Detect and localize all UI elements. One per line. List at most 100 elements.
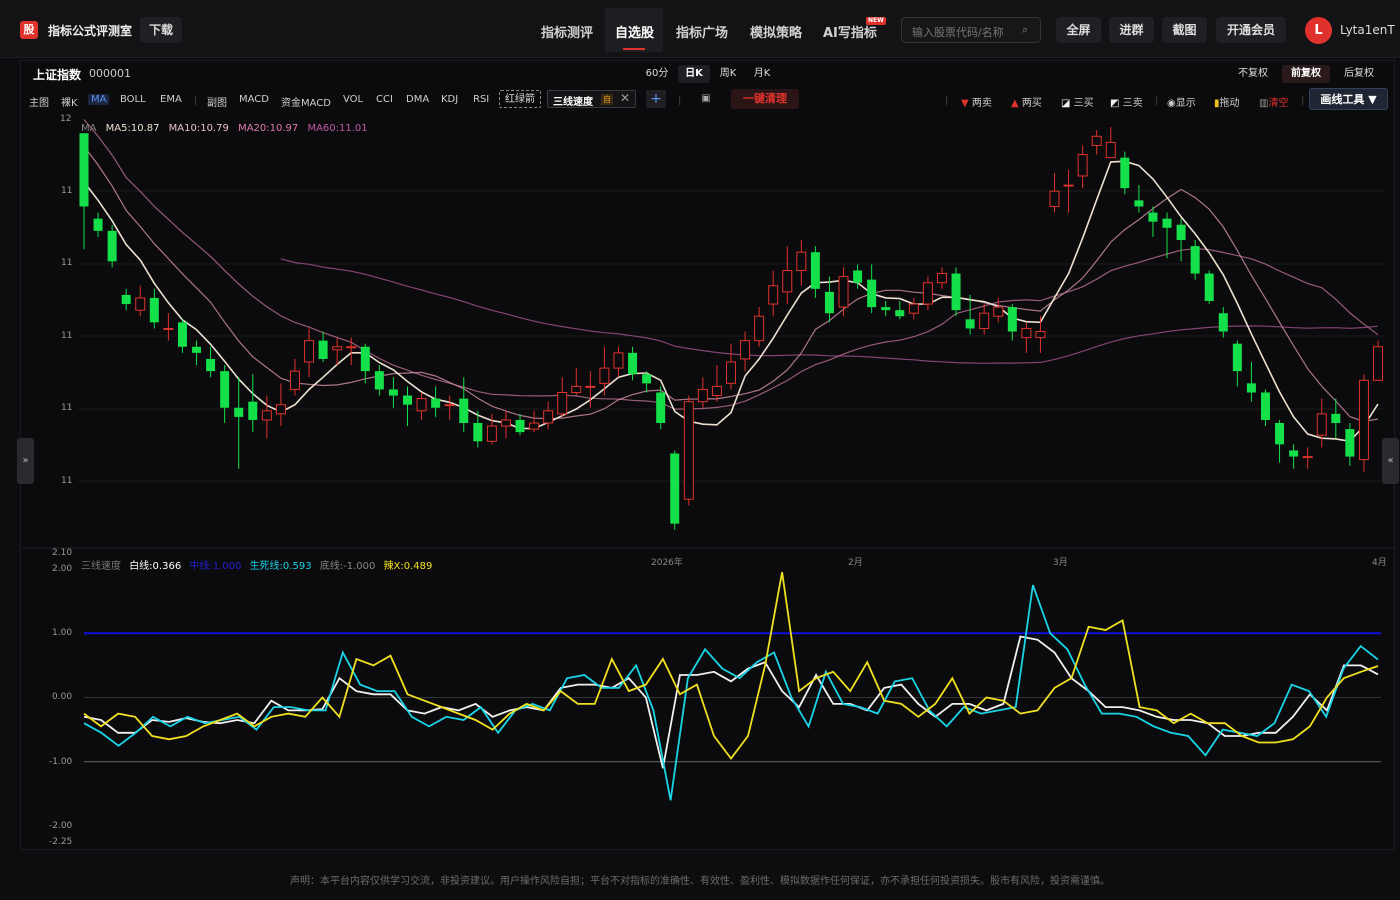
brand-name[interactable]: 指标公式评测室: [48, 22, 132, 39]
new-badge: NEW: [866, 17, 886, 25]
period-60min[interactable]: 60分: [642, 65, 672, 83]
ind-three-line-speed-chip[interactable]: 三线速度 自 ✕: [547, 90, 636, 108]
clear-all-button[interactable]: ▥清空: [1259, 94, 1288, 109]
nav-indicator-review[interactable]: 指标测评: [541, 22, 593, 41]
ind-ma[interactable]: MA: [88, 94, 110, 105]
trend-icon: ◪: [1061, 98, 1071, 109]
fullscreen-button[interactable]: 全屏: [1056, 17, 1101, 43]
price-axis-label: 11: [61, 186, 73, 196]
user-avatar[interactable]: L: [1305, 17, 1332, 44]
life-death-line-value: 生死线:0.593: [249, 561, 312, 572]
two-sell-button[interactable]: ▼ 两卖: [961, 94, 992, 109]
three-buy-label: 三买: [1073, 98, 1094, 109]
price-axis-label: 11: [61, 476, 73, 486]
search-placeholder: 输入股票代码/名称: [912, 26, 1004, 39]
ind-vol[interactable]: VOL: [343, 94, 363, 105]
close-icon[interactable]: ✕: [620, 91, 630, 105]
chart-panel: [20, 60, 1395, 850]
toolbar-divider: |: [1155, 95, 1159, 106]
ind-macd[interactable]: MACD: [239, 94, 269, 105]
price-axis-label: 11: [61, 403, 73, 413]
bottom-line-value: 底线:-1.000: [319, 561, 376, 572]
draw-tools-label: 画线工具: [1320, 93, 1365, 106]
save-icon[interactable]: ▣: [697, 90, 715, 108]
show-label: 显示: [1175, 98, 1196, 109]
app-logo[interactable]: 股: [20, 21, 38, 39]
join-group-button[interactable]: 进群: [1109, 17, 1154, 43]
disclaimer: 声明：本平台内容仅供学习交流，非投资建议。用户操作风险自担；平台不对指标的准确性…: [290, 876, 1110, 887]
buy-arrow-icon: ▲: [1011, 98, 1019, 109]
two-buy-button[interactable]: ▲ 两买: [1011, 94, 1042, 109]
nav-active-underline: [623, 48, 645, 50]
adjust-forward[interactable]: 前复权: [1282, 65, 1330, 83]
show-button[interactable]: ◉显示: [1167, 94, 1196, 109]
ind-ema[interactable]: EMA: [160, 94, 182, 105]
sub-axis-label: 1.00: [52, 628, 73, 638]
trend-down-icon: ◩: [1110, 98, 1120, 109]
two-buy-label: 两买: [1021, 98, 1042, 109]
membership-button[interactable]: 开通会员: [1216, 17, 1286, 43]
drag-button[interactable]: ▮拖动: [1214, 94, 1240, 109]
ind-red-green-arrow[interactable]: 红绿箭: [499, 90, 541, 108]
ind-boll[interactable]: BOLL: [120, 94, 146, 105]
user-name[interactable]: Lyta1enT: [1340, 23, 1395, 37]
ind-sub[interactable]: 副图: [207, 94, 227, 109]
ind-rsi[interactable]: RSI: [473, 94, 489, 105]
chip-label: 三线速度: [553, 97, 593, 108]
date-label: 2月: [848, 558, 863, 568]
date-label: 3月: [1053, 558, 1068, 568]
nav-sim-strategy[interactable]: 模拟策略: [750, 22, 802, 41]
white-line-value: 白线:0.366: [129, 561, 182, 572]
two-sell-label: 两卖: [971, 98, 992, 109]
stock-search-input[interactable]: 输入股票代码/名称 ⌕: [901, 17, 1041, 43]
sub-axis-label: 0.00: [52, 692, 73, 702]
toolbar-divider: |: [945, 95, 949, 106]
stock-name: 上证指数: [33, 68, 82, 82]
sub-legend-title: 三线速度: [81, 561, 121, 572]
toolbar-divider: |: [1301, 95, 1305, 106]
drag-label: 拖动: [1219, 98, 1240, 109]
sub-legend: 三线速度 白线:0.366 中线:1.000 生死线:0.593 底线:-1.0…: [81, 557, 432, 572]
nav-watchlist[interactable]: 自选股: [615, 22, 654, 41]
date-label: 2026年: [651, 558, 683, 568]
ind-dma[interactable]: DMA: [406, 94, 429, 105]
draw-tools-button[interactable]: 画线工具 ▼: [1309, 88, 1388, 110]
add-indicator-button[interactable]: +: [646, 90, 666, 108]
one-click-clear-button[interactable]: 一键清理: [731, 89, 799, 109]
ma60-value: MA60:11.01: [307, 123, 368, 134]
toolbar-divider: |: [194, 95, 198, 106]
price-axis-label: 11: [61, 331, 73, 341]
eye-icon: ◉: [1167, 98, 1176, 109]
top-bar: 股 指标公式评测室 下载 指标测评 自选股 指标广场 模拟策略 AI写指标 NE…: [0, 0, 1400, 58]
screenshot-button[interactable]: 截图: [1162, 17, 1207, 43]
toolbar-divider: |: [678, 95, 682, 106]
chip-custom-tag: 自: [601, 94, 613, 105]
price-axis-label: 11: [61, 258, 73, 268]
period-monthly[interactable]: 月K: [748, 65, 776, 83]
ma10-value: MA10:10.79: [168, 123, 229, 134]
ind-bare-k[interactable]: 裸K: [61, 94, 78, 109]
period-daily[interactable]: 日K: [678, 65, 710, 83]
download-button[interactable]: 下载: [140, 17, 182, 43]
ind-cci[interactable]: CCI: [376, 94, 393, 105]
period-weekly[interactable]: 周K: [714, 65, 742, 83]
ind-kdj[interactable]: KDJ: [441, 94, 458, 105]
adjust-backward[interactable]: 后复权: [1337, 65, 1381, 83]
clear-all-label: 清空: [1268, 98, 1289, 109]
three-buy-button[interactable]: ◪ 三买: [1061, 94, 1094, 109]
sub-axis-top-label: 2.10: [52, 548, 73, 558]
expand-right-icon[interactable]: «: [1382, 438, 1399, 484]
sell-arrow-icon: ▼: [961, 98, 969, 109]
price-axis-label: 12: [60, 114, 72, 124]
ma20-value: MA20:10.97: [238, 123, 299, 134]
sub-axis-label: -1.00: [49, 757, 73, 767]
ind-fund-macd[interactable]: 资金MACD: [281, 94, 331, 109]
nav-indicator-square[interactable]: 指标广场: [676, 22, 728, 41]
ind-main[interactable]: 主图: [29, 94, 49, 109]
search-icon[interactable]: ⌕: [1022, 23, 1028, 37]
sub-axis-label: 2.00: [52, 564, 73, 574]
expand-left-icon[interactable]: »: [17, 438, 34, 484]
adjust-none[interactable]: 不复权: [1232, 65, 1274, 83]
ma-legend-title: MA: [81, 123, 97, 134]
three-sell-button[interactable]: ◩ 三卖: [1110, 94, 1143, 109]
